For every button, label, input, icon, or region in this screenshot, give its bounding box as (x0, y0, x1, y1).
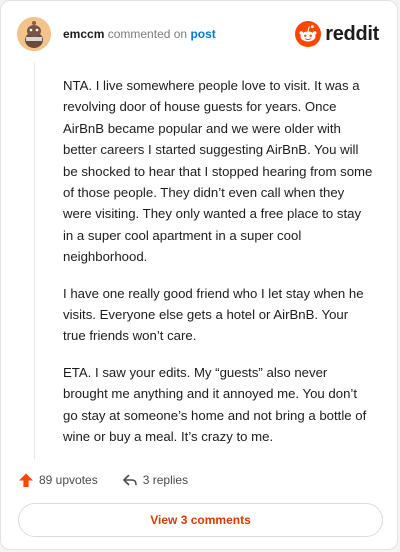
comment-card: emccm commented on post reddit NTA. I li… (0, 0, 398, 550)
upvote-arrow-icon (19, 473, 33, 487)
avatar-icon (17, 17, 51, 51)
view-comments-button[interactable]: View 3 comments (18, 503, 383, 537)
post-link[interactable]: post (190, 27, 215, 41)
replies-button[interactable]: 3 replies (122, 472, 188, 488)
thread-line (34, 63, 35, 459)
reddit-logo[interactable]: reddit (295, 19, 379, 49)
avatar[interactable] (17, 17, 51, 51)
upvote-count: 89 upvotes (39, 473, 98, 487)
comment-header: emccm commented on post reddit (17, 17, 381, 53)
username-link[interactable]: emccm (63, 27, 104, 41)
comment-body: NTA. I live somewhere people love to vis… (63, 75, 373, 463)
comment-paragraph: ETA. I saw your edits. My “guests” also … (63, 364, 367, 445)
reply-count: 3 replies (142, 473, 189, 487)
comment-paragraph: NTA. I live somewhere people love to vis… (63, 78, 373, 265)
reddit-wordmark: reddit (325, 22, 379, 45)
upvote-button[interactable]: 89 upvotes (18, 472, 98, 488)
byline: emccm commented on post (63, 27, 216, 41)
comment-actions: 89 upvotes 3 replies (18, 470, 188, 490)
reddit-snoo-icon (295, 21, 322, 47)
commented-on-label: commented on (107, 27, 188, 41)
comment-paragraph: I have one really good friend who I let … (63, 285, 364, 344)
reply-arrow-icon (122, 474, 137, 486)
